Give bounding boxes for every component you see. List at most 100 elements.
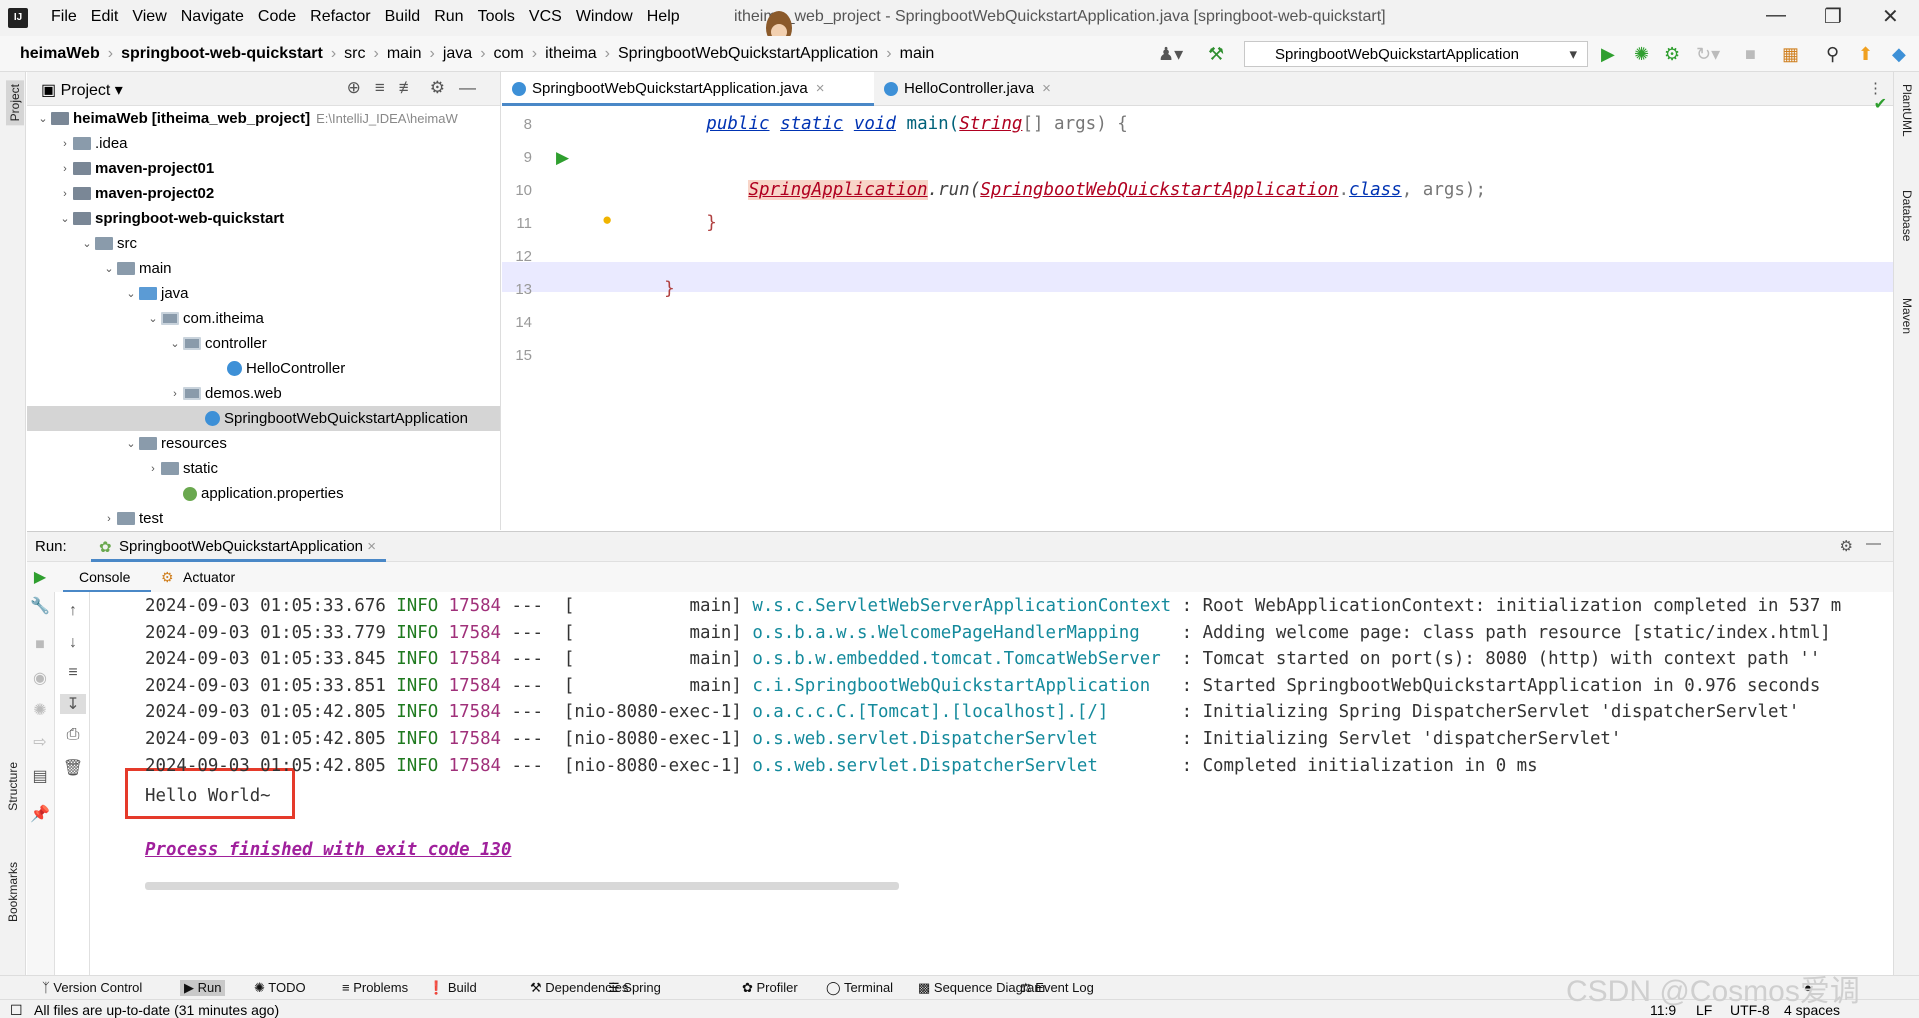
soft-wrap-icon[interactable]: ≡ — [60, 664, 86, 682]
stop-icon[interactable]: ■ — [27, 636, 53, 654]
menu-refactor[interactable]: Refactor — [303, 8, 377, 26]
crumb-itheima[interactable]: itheima — [539, 45, 603, 63]
camera-icon[interactable]: ◉ — [27, 668, 53, 688]
menu-tools[interactable]: Tools — [471, 8, 522, 26]
tab-console[interactable]: Console — [79, 569, 130, 585]
close-tab-icon[interactable]: × — [367, 538, 376, 555]
sequence-diagram-button[interactable]: ⚖ Event Log — [1020, 980, 1094, 996]
profile-icon[interactable]: ↻▾ — [1696, 44, 1720, 65]
crumb-project[interactable]: heimaWeb — [14, 45, 106, 63]
pin-icon[interactable]: 📌 — [27, 804, 53, 824]
chevron-down-icon[interactable]: ⌄ — [123, 287, 139, 300]
run-button[interactable]: ▶ Run — [180, 980, 226, 996]
rerun-icon[interactable]: ▶ — [27, 567, 53, 587]
console-output[interactable]: Hello World~ Process finished with exit … — [91, 592, 1893, 976]
crumb-java[interactable]: java — [437, 45, 478, 63]
chevron-down-icon[interactable]: ⌄ — [145, 312, 161, 325]
crumb-module[interactable]: springboot-web-quickstart — [115, 45, 329, 63]
search-icon[interactable]: ⚲ — [1826, 44, 1839, 65]
lightbulb-icon[interactable]: ● — [602, 210, 612, 230]
chevron-down-icon[interactable]: ⌄ — [79, 237, 95, 250]
chevron-down-icon[interactable]: ⌄ — [167, 337, 183, 350]
project-structure-icon[interactable]: ▦ — [1782, 44, 1799, 65]
tree-node[interactable]: ⌄ main — [27, 256, 500, 281]
hide-panel-icon[interactable]: — — [1866, 535, 1881, 552]
scroll-up-icon[interactable]: ↑ — [60, 602, 86, 620]
menu-code[interactable]: Code — [251, 8, 303, 26]
run-configuration-select[interactable]: SpringbootWebQuickstartApplication ▾ — [1244, 41, 1588, 67]
plantuml-toolwindow-button[interactable]: PlantUML — [1900, 84, 1914, 137]
chevron-down-icon[interactable]: ⌄ — [101, 262, 117, 275]
chevron-right-icon[interactable]: › — [57, 188, 73, 200]
chevron-right-icon[interactable]: › — [145, 463, 161, 475]
tree-node[interactable]: ⌄ controller — [27, 331, 500, 356]
run-icon[interactable]: ▶ — [1601, 44, 1615, 65]
project-panel-title[interactable]: ▣ Project ▾ — [41, 80, 123, 100]
debug-button[interactable]: ✺ TODO — [254, 980, 306, 996]
profiler-button[interactable]: ◯ Terminal — [826, 980, 893, 996]
tab-springboot-application[interactable]: SpringbootWebQuickstartApplication.java × — [502, 72, 874, 106]
tree-node[interactable]: SpringbootWebQuickstartApplication — [27, 406, 500, 431]
debug-icon[interactable]: ✺ — [1634, 44, 1649, 65]
settings-gear-icon[interactable]: ⚙ — [1840, 537, 1853, 555]
problems-button[interactable]: ❗ Build — [428, 980, 477, 996]
tree-node[interactable]: › static — [27, 456, 500, 481]
minimize-icon[interactable]: — — [1766, 4, 1786, 27]
tree-node[interactable]: application.properties — [27, 481, 500, 506]
maximize-icon[interactable]: ❐ — [1824, 4, 1842, 29]
update-icon[interactable]: ⬆ — [1858, 44, 1873, 65]
chevron-down-icon[interactable]: ⌄ — [123, 437, 139, 450]
menu-navigate[interactable]: Navigate — [174, 8, 251, 26]
horizontal-scrollbar[interactable] — [145, 882, 899, 890]
menu-file[interactable]: File — [44, 8, 84, 26]
tree-node[interactable]: ⌄ resources — [27, 431, 500, 456]
scroll-to-end-icon[interactable]: ↧ — [60, 694, 86, 714]
crumb-main[interactable]: main — [381, 45, 428, 63]
debug-icon[interactable]: ✺ — [27, 700, 53, 720]
chevron-right-icon[interactable]: › — [57, 163, 73, 175]
dependencies-button[interactable]: ☰ Spring — [608, 980, 661, 996]
menu-vcs[interactable]: VCS — [522, 8, 569, 26]
tree-node[interactable]: ⌄ src — [27, 231, 500, 256]
project-panel-tools[interactable]: ⊕≡≢⚙— — [347, 78, 490, 98]
bookmarks-toolwindow-button[interactable]: Bookmarks — [6, 862, 20, 922]
scroll-down-icon[interactable]: ↓ — [60, 634, 86, 652]
spring-button[interactable]: ✿ Profiler — [742, 980, 798, 996]
tree-node[interactable]: ⌄ java — [27, 281, 500, 306]
tree-node[interactable]: ⌄ heimaWeb [itheima_web_project] E:\Intelli… — [27, 106, 500, 131]
menu-view[interactable]: View — [125, 8, 173, 26]
menu-build[interactable]: Build — [378, 8, 428, 26]
database-toolwindow-button[interactable]: Database — [1900, 190, 1914, 241]
project-toolwindow-button[interactable]: Project — [6, 80, 24, 126]
tree-node[interactable]: › demos.web — [27, 381, 500, 406]
structure-toolwindow-button[interactable]: Structure — [6, 762, 20, 811]
tree-node[interactable]: › .idea — [27, 131, 500, 156]
layout-icon[interactable]: ▤ — [27, 766, 53, 786]
wrench-icon[interactable]: 🔧 — [27, 596, 53, 616]
chevron-right-icon[interactable]: › — [167, 388, 183, 400]
run-gutter-icon[interactable]: ▶ — [556, 148, 569, 168]
chevron-down-icon[interactable]: ⌄ — [35, 112, 51, 125]
chevron-right-icon[interactable]: › — [57, 138, 73, 150]
crumb-class[interactable]: SpringbootWebQuickstartApplication — [612, 45, 884, 63]
close-tab-icon[interactable]: × — [816, 80, 825, 97]
chevron-down-icon[interactable]: ⌄ — [57, 212, 73, 225]
tree-node[interactable]: › maven-project01 — [27, 156, 500, 181]
menu-help[interactable]: Help — [640, 8, 687, 26]
tab-actuator[interactable]: Actuator — [183, 569, 235, 585]
maven-toolwindow-button[interactable]: Maven — [1900, 298, 1914, 334]
run-tab[interactable]: ✿ SpringbootWebQuickstartApplication × — [91, 532, 386, 562]
tree-node[interactable]: › test — [27, 506, 500, 530]
coverage-icon[interactable]: ⚙ — [1664, 44, 1680, 65]
tree-node[interactable]: ⌄ springboot-web-quickstart — [27, 206, 500, 231]
menu-run[interactable]: Run — [427, 8, 470, 26]
print-icon[interactable]: ⎙ — [60, 726, 86, 744]
trash-icon[interactable]: 🗑 — [60, 758, 86, 778]
tree-node[interactable]: › maven-project02 — [27, 181, 500, 206]
plugin-icon[interactable]: ◆ — [1892, 44, 1906, 65]
menu-edit[interactable]: Edit — [84, 8, 126, 26]
code-area[interactable]: public static void main(String[] args) {… — [622, 106, 1893, 530]
tree-node[interactable]: HelloController — [27, 356, 500, 381]
tab-hello-controller[interactable]: HelloController.java × — [874, 72, 1074, 106]
menu-window[interactable]: Window — [569, 8, 640, 26]
